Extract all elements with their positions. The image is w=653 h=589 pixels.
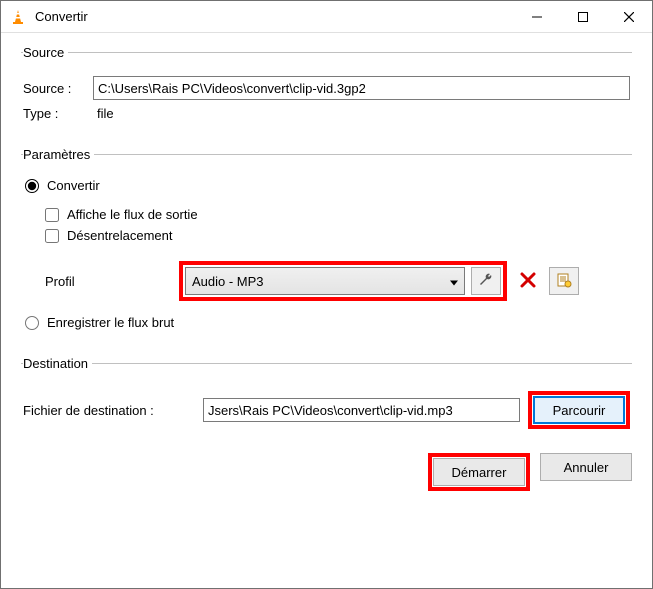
type-value: file: [97, 106, 114, 121]
source-input[interactable]: [93, 76, 630, 100]
profile-highlight: Audio - MP3: [179, 261, 507, 301]
settings-legend: Paramètres: [23, 147, 94, 162]
wrench-icon: [478, 272, 494, 291]
destination-file-input[interactable]: [203, 398, 520, 422]
convert-dialog: Convertir Source Source : Type : file: [0, 0, 653, 589]
profile-dropdown[interactable]: Audio - MP3: [185, 267, 465, 295]
edit-profile-button[interactable]: [471, 267, 501, 295]
dump-raw-radio[interactable]: [25, 316, 39, 330]
type-label: Type :: [23, 106, 93, 121]
cancel-button[interactable]: Annuler: [540, 453, 632, 481]
start-button[interactable]: Démarrer: [433, 458, 525, 486]
destination-legend: Destination: [23, 356, 92, 371]
browse-button[interactable]: Parcourir: [533, 396, 625, 424]
cancel-label: Annuler: [564, 460, 609, 475]
window-controls: [514, 1, 652, 32]
new-profile-button[interactable]: [549, 267, 579, 295]
source-group: Source Source : Type : file: [21, 45, 632, 133]
titlebar: Convertir: [1, 1, 652, 33]
profile-value: Audio - MP3: [192, 274, 264, 289]
browse-label: Parcourir: [553, 403, 606, 418]
delete-profile-button[interactable]: [513, 267, 543, 295]
start-label: Démarrer: [452, 465, 507, 480]
chevron-down-icon: [450, 274, 458, 289]
convert-radio-label: Convertir: [47, 178, 100, 193]
new-profile-icon: [556, 272, 572, 291]
display-output-label: Affiche le flux de sortie: [67, 207, 198, 222]
source-label: Source :: [23, 81, 93, 96]
window-title: Convertir: [35, 9, 514, 24]
delete-icon: [519, 271, 537, 292]
dialog-content: Source Source : Type : file Paramètres C…: [1, 33, 652, 588]
deinterlace-checkbox[interactable]: [45, 229, 59, 243]
settings-group: Paramètres Convertir Affiche le flux de …: [21, 147, 632, 342]
browse-highlight: Parcourir: [528, 391, 630, 429]
source-legend: Source: [23, 45, 68, 60]
profile-label: Profil: [45, 274, 179, 289]
display-output-checkbox[interactable]: [45, 208, 59, 222]
maximize-button[interactable]: [560, 1, 606, 32]
deinterlace-label: Désentrelacement: [67, 228, 173, 243]
dump-raw-label: Enregistrer le flux brut: [47, 315, 174, 330]
destination-file-label: Fichier de destination :: [23, 403, 203, 418]
convert-radio[interactable]: [25, 179, 39, 193]
minimize-button[interactable]: [514, 1, 560, 32]
dialog-footer: Démarrer Annuler: [21, 447, 632, 491]
vlc-cone-icon: [9, 8, 27, 26]
start-highlight: Démarrer: [428, 453, 530, 491]
destination-group: Destination Fichier de destination : Par…: [21, 356, 632, 439]
close-button[interactable]: [606, 1, 652, 32]
